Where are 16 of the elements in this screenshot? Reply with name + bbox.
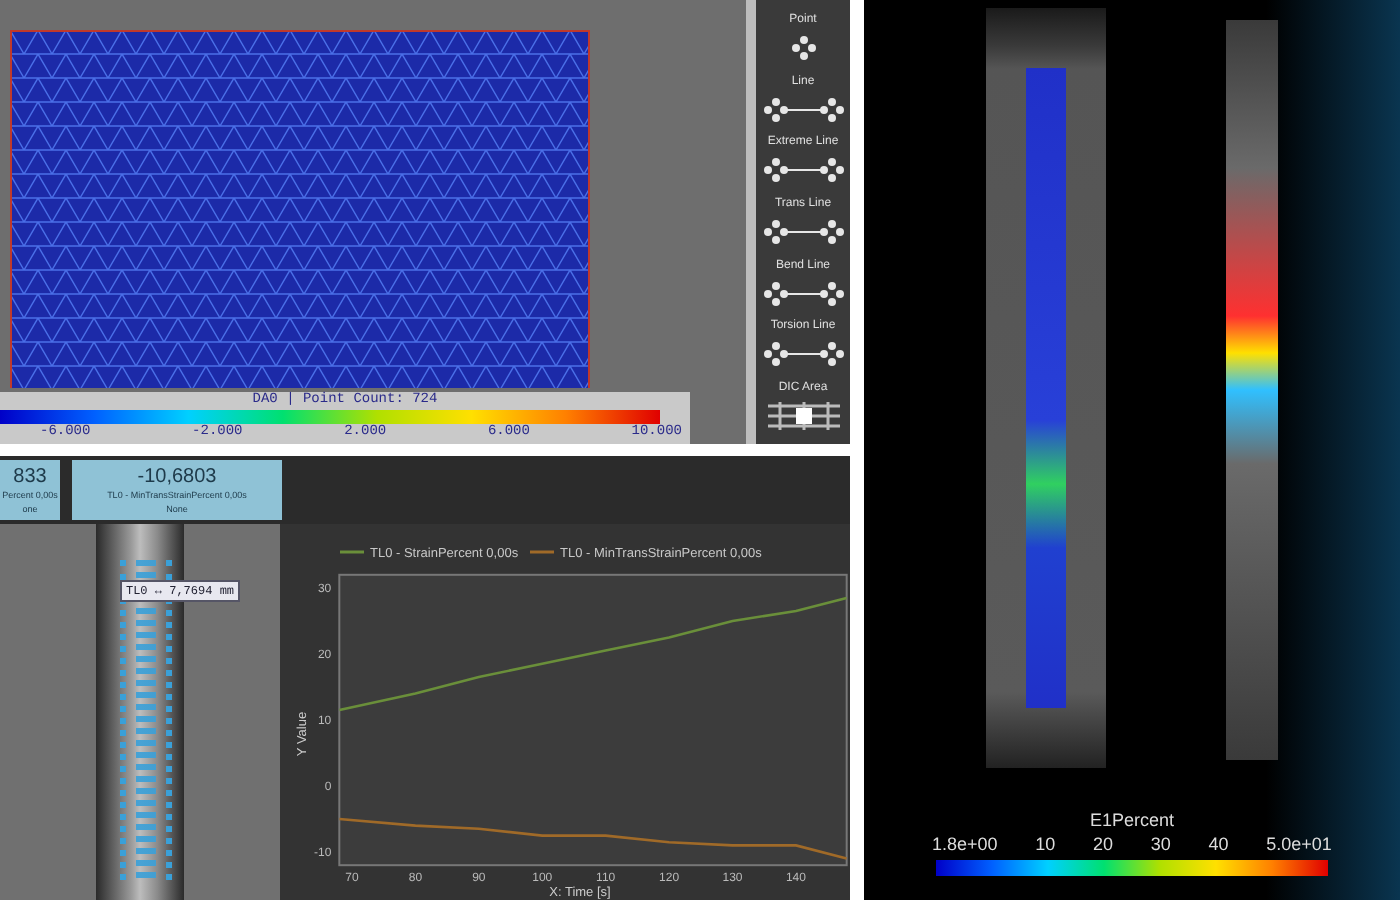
line-marker-icon <box>763 277 843 310</box>
line-marker-icon <box>763 338 843 371</box>
colorbar-tick: 5.0e+01 <box>1266 834 1332 856</box>
colorbar-title: E1Percent <box>1089 807 1175 833</box>
line-marker-icon <box>763 154 843 187</box>
area-marker-icon <box>763 399 843 432</box>
line-marker-icon <box>763 215 843 248</box>
colorbar-tick: 20 <box>1093 834 1114 856</box>
colorbar-tick: 10 <box>1035 834 1056 856</box>
colorbar-tick: 40 <box>1208 834 1229 856</box>
card-value: -10,6803 <box>137 465 217 487</box>
line-marker-icon <box>763 93 843 126</box>
point-marker-icon <box>791 32 815 65</box>
colorbar-tick: 30 <box>1150 834 1171 856</box>
colorbar-tick: 1.8e+00 <box>932 834 998 856</box>
card-value: 833 <box>13 465 47 487</box>
